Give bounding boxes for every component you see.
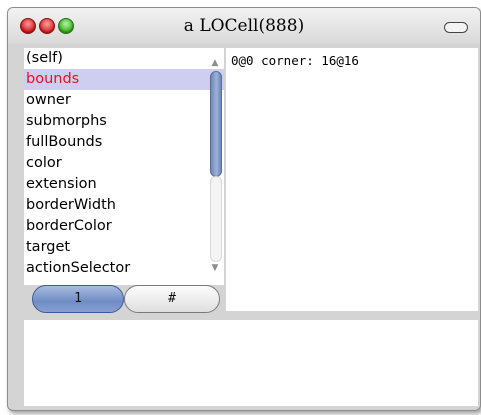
tab-hash[interactable]: # — [124, 285, 220, 313]
tab-index[interactable]: 1 — [32, 285, 124, 313]
field-list[interactable]: (self) bounds owner submorphs fullBounds… — [24, 48, 224, 285]
field-value[interactable]: 0@0 corner: 16@16 — [231, 53, 359, 68]
list-item[interactable]: borderColor — [24, 216, 224, 237]
list-item[interactable]: extension — [24, 174, 224, 195]
list-item[interactable]: (self) — [24, 48, 224, 69]
scroll-up-arrow-icon[interactable]: ▲ — [209, 58, 221, 68]
inspector-window: a LOCell(888) (self) bounds owner submor… — [7, 7, 481, 411]
scroll-down-arrow-icon[interactable]: ▼ — [209, 263, 221, 273]
list-item[interactable]: color — [24, 153, 224, 174]
evaluator-pane[interactable] — [24, 320, 478, 406]
value-pane[interactable]: 0@0 corner: 16@16 — [226, 48, 478, 311]
list-item[interactable]: submorphs — [24, 111, 224, 132]
scrollbar-thumb[interactable] — [210, 71, 222, 177]
list-item[interactable]: fullBounds — [24, 132, 224, 153]
scrollbar-track[interactable] — [210, 176, 222, 262]
window-title: a LOCell(888) — [183, 16, 305, 36]
list-item[interactable]: target — [24, 237, 224, 258]
list-item-selected[interactable]: bounds — [24, 69, 224, 90]
title-bar[interactable]: a LOCell(888) — [8, 8, 480, 44]
list-item[interactable]: actionSelector — [24, 258, 224, 279]
list-item[interactable]: owner — [24, 90, 224, 111]
collapse-button[interactable] — [444, 22, 468, 33]
list-item[interactable]: borderWidth — [24, 195, 224, 216]
